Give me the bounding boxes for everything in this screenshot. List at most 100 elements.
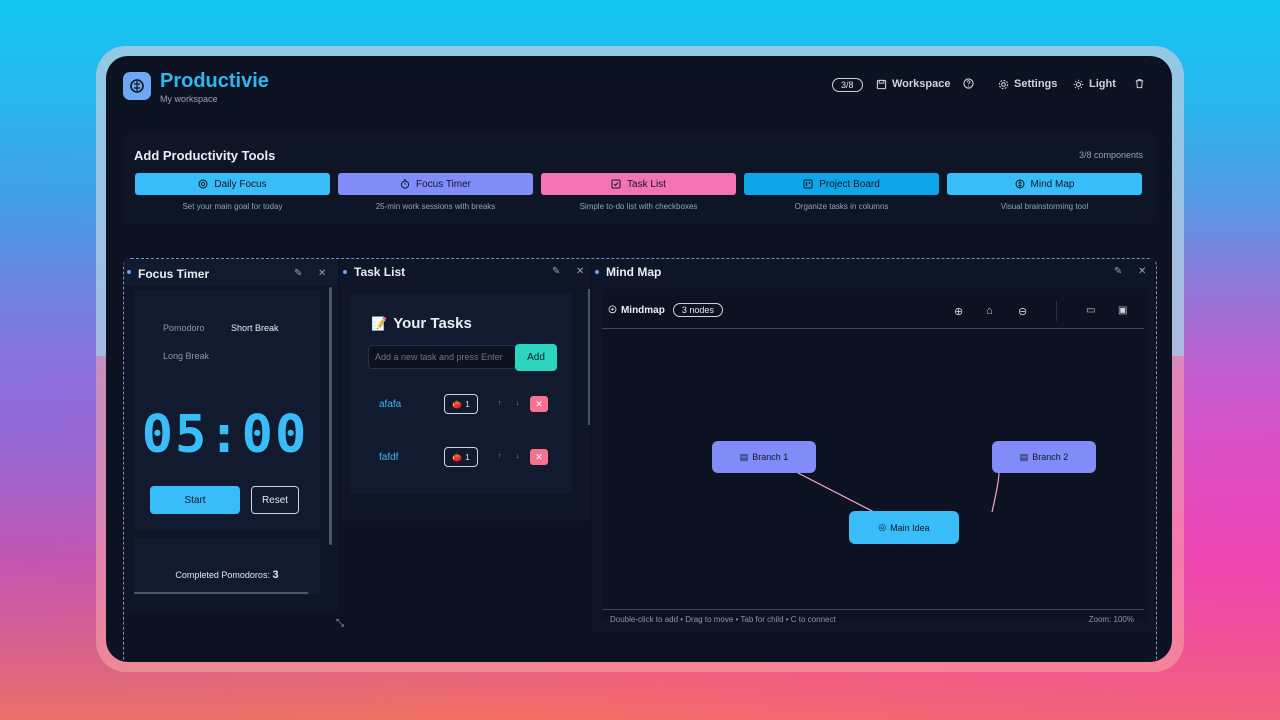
help-button[interactable] [963,78,974,89]
kanban-icon [803,179,813,189]
edit-icon[interactable]: ✎ [552,266,560,277]
drag-handle-dot[interactable] [127,270,131,274]
add-task-button[interactable]: Add [515,344,557,371]
add-focus-timer-button[interactable]: Focus Timer [338,173,533,195]
app-window: Productivie My workspace 3/8 Workspace S… [106,56,1172,662]
brain-icon [130,79,144,93]
app-title: Productivie [160,70,269,92]
task-list-panel[interactable]: Task List ✎ ✕ 📝 Your Tasks Add afafa 🍅 1… [340,259,590,521]
task-name[interactable]: afafa [379,399,401,410]
timer-icon [400,179,410,189]
component-count-badge: 3/8 [832,78,863,92]
target-icon [198,179,208,189]
tool-desc: Simple to-do list with checkboxes [579,202,698,211]
settings-button[interactable]: Settings [998,78,1057,90]
document-icon: ▤ [1019,451,1029,462]
delete-task-button[interactable]: ✕ [530,396,548,412]
tomato-icon: 🍅 [452,452,463,462]
app-subtitle: My workspace [160,94,218,104]
mode-pomodoro[interactable]: Pomodoro [163,323,205,333]
theme-toggle[interactable]: Light [1073,78,1116,90]
tools-title: Add Productivity Tools [134,148,276,163]
delete-task-button[interactable]: ✕ [530,449,548,465]
mind-map-panel[interactable]: Mind Map ✎ ✕ ☉ Mindmap 3 nodes ⊕ ⌂ ⊖ ▭ ▣… [592,259,1154,631]
tool-desc: Set your main goal for today [182,202,283,211]
task-pomodoro-value: 1 [465,452,470,462]
add-daily-focus-button[interactable]: Daily Focus [135,173,330,195]
tomato-icon: 🍅 [452,399,463,409]
tool-label: Project Board [819,178,880,190]
mode-long-break[interactable]: Long Break [163,351,209,361]
target-icon: ◎ [878,522,887,532]
workspace-canvas: Focus Timer ✎ ✕ Pomodoro Short Break Lon… [123,258,1157,662]
tool-desc: 25-min work sessions with breaks [375,202,496,211]
tool-label: Mind Map [1030,178,1075,190]
mindmap-node-main-idea[interactable]: ◎ Main Idea [849,511,959,544]
node-label: Main Idea [890,522,930,533]
tool-label: Task List [627,178,666,190]
edit-icon[interactable]: ✎ [294,268,302,279]
task-pomodoro-count[interactable]: 🍅 1 [444,447,478,467]
move-up-button[interactable]: ↑ [498,400,502,407]
mindmap-hint: Double-click to add • Drag to move • Tab… [610,615,836,624]
vertical-scrollbar[interactable] [329,287,332,545]
save-icon [876,79,887,89]
timer-display: 05:00 [141,405,309,465]
tasks-heading-text: Your Tasks [393,315,472,332]
add-mind-map-button[interactable]: Mind Map [947,173,1142,195]
panel-title: Focus Timer [138,267,210,281]
resize-handle-icon[interactable]: ⤡ [336,618,344,629]
horizontal-scrollbar[interactable] [134,592,308,594]
drag-handle-dot[interactable] [343,270,347,274]
brain-icon [1015,179,1025,189]
close-icon[interactable]: ✕ [318,268,326,279]
count-pill: 3/8 [832,78,863,92]
completed-count: 3 [272,569,279,581]
start-button[interactable]: Start [150,486,240,514]
task-pomodoro-value: 1 [465,399,470,409]
vertical-scrollbar[interactable] [588,289,590,425]
tools-count: 3/8 components [1078,150,1143,160]
mindmap-node-branch-2[interactable]: ▤ Branch 2 [992,441,1096,473]
reset-button[interactable]: Reset [251,486,299,514]
completed-label: Completed Pomodoros: [175,570,270,580]
trash-icon [1135,79,1144,89]
sun-icon [1073,79,1084,89]
workspace-label: Workspace [892,78,951,90]
settings-label: Settings [1014,78,1058,90]
workspace-button[interactable]: Workspace [876,78,951,90]
focus-timer-panel[interactable]: Focus Timer ✎ ✕ Pomodoro Short Break Lon… [124,259,344,629]
mode-short-break[interactable]: Short Break [231,323,279,333]
tasks-heading: 📝 Your Tasks [371,315,472,332]
mindmap-node-branch-1[interactable]: ▤ Branch 1 [712,441,816,473]
help-icon [963,78,974,89]
task-name[interactable]: fafdf [379,452,398,463]
add-task-list-button[interactable]: Task List [541,173,736,195]
move-up-button[interactable]: ↑ [498,453,502,460]
tool-label: Daily Focus [214,178,267,190]
checkbox-icon [611,179,621,189]
delete-workspace-button[interactable] [1134,78,1145,89]
completed-pomodoros: Completed Pomodoros: 3 [134,569,320,581]
panel-title: Task List [354,265,406,279]
edge-branch1-main [797,472,875,513]
task-pomodoro-count[interactable]: 🍅 1 [444,394,478,414]
new-task-input[interactable] [368,345,516,369]
theme-label: Light [1089,78,1116,90]
tool-desc: Visual brainstorming tool [1000,202,1089,211]
footer-separator [602,609,1144,610]
close-icon[interactable]: ✕ [576,266,584,277]
add-tools-panel: Add Productivity Tools 3/8 components Da… [123,132,1155,224]
memo-icon: 📝 [371,315,388,331]
stats-card [134,537,320,595]
move-down-button[interactable]: ↓ [516,400,520,407]
document-icon: ▤ [739,451,749,462]
move-down-button[interactable]: ↓ [516,453,520,460]
gear-icon [998,79,1009,89]
node-label: Branch 2 [1032,452,1069,462]
node-label: Branch 1 [752,452,789,462]
add-project-board-button[interactable]: Project Board [744,173,939,195]
zoom-level: Zoom: 100% [1088,615,1134,624]
tool-desc: Organize tasks in columns [794,202,889,211]
tool-label: Focus Timer [415,178,471,190]
